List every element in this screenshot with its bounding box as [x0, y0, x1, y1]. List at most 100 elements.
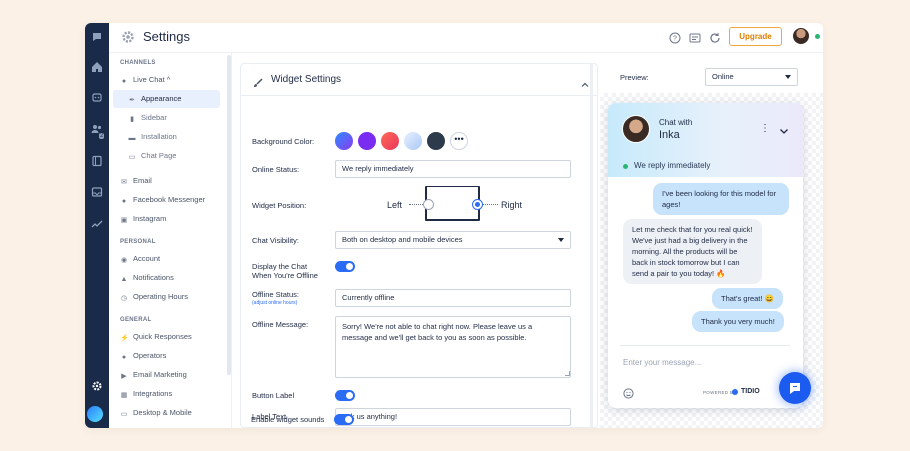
sidebar-item-operating-hours[interactable]: ◷ Operating Hours	[113, 288, 220, 306]
label-text-input[interactable]: Ask us anything!	[335, 408, 571, 426]
more-colors-button[interactable]: •••	[450, 132, 468, 150]
position-left-connector	[409, 204, 423, 205]
users-icon: ●	[121, 354, 127, 361]
sidebar-item-appearance[interactable]: ✒ Appearance	[113, 90, 220, 108]
code-icon: ▬	[128, 135, 136, 142]
mail-icon: ✉	[121, 179, 127, 186]
message-user: I've been looking for this model for age…	[653, 183, 789, 215]
button-label-label: Button Label	[252, 391, 295, 400]
sidebar-item-desktop-mobile[interactable]: ▭ Desktop & Mobile	[113, 404, 220, 422]
chevron-up-icon[interactable]	[581, 76, 589, 87]
online-status-label: Online Status:	[252, 165, 300, 174]
chat-visibility-select[interactable]: Both on desktop and mobile devices	[335, 231, 571, 249]
enable-sounds-label: Enable widget sounds	[251, 415, 325, 424]
upgrade-button[interactable]: Upgrade	[729, 27, 782, 46]
adjust-online-hours-link[interactable]: (adjust online hours)	[252, 299, 299, 308]
gear-icon	[121, 30, 135, 44]
messenger-icon: ●	[121, 198, 127, 205]
chat-launcher-button[interactable]	[779, 372, 811, 404]
position-left-label: Left	[387, 200, 403, 210]
color-swatch-blue[interactable]	[335, 132, 353, 150]
chat-header: Chat with Inka ⋮ We reply immediately	[608, 103, 803, 177]
sidebar-item-instagram[interactable]: ▣ Instagram	[113, 210, 220, 228]
chat-online-dot	[623, 164, 628, 169]
instagram-icon: ▣	[120, 217, 128, 224]
brush-icon: ✒	[129, 97, 135, 104]
help-icon[interactable]: ?	[669, 31, 681, 44]
offline-status-input[interactable]: Currently offline	[335, 289, 571, 307]
kebab-menu-icon[interactable]: ⋮	[760, 123, 770, 134]
sidebar-scrollbar[interactable]	[227, 55, 231, 375]
contacts-badge: 2	[99, 133, 105, 139]
color-swatch-purple[interactable]	[358, 132, 376, 150]
enable-sounds-toggle[interactable]	[334, 414, 354, 425]
bookmark-icon: ▮	[130, 116, 134, 123]
settings-gear-icon[interactable]	[90, 380, 104, 394]
online-status-input[interactable]: We reply immediately	[335, 160, 571, 178]
bolt-icon: ⚡	[120, 335, 129, 342]
section-channels: CHANNELS	[120, 60, 156, 66]
color-swatch-light[interactable]	[404, 132, 422, 150]
user-avatar[interactable]	[793, 28, 809, 44]
user-circle-icon: ◉	[120, 257, 128, 264]
bot-icon[interactable]	[90, 91, 104, 105]
chat-status-text: We reply immediately	[634, 161, 711, 170]
display-offline-label: Display the Chat When You're Offline	[252, 262, 318, 280]
sidebar-item-live-chat[interactable]: ● Live Chat ^	[113, 71, 220, 89]
color-swatch-red[interactable]	[381, 132, 399, 150]
home-icon[interactable]	[90, 61, 104, 75]
textarea-resize-handle[interactable]	[565, 371, 570, 376]
sidebar-item-integrations[interactable]: ▦ Integrations	[113, 385, 220, 403]
chat-message-input[interactable]: Enter your message...	[623, 358, 701, 367]
message-operator: Let me check that for you real quick! We…	[623, 219, 762, 284]
bell-icon: ▲	[120, 276, 128, 283]
news-icon[interactable]	[689, 31, 701, 43]
position-right-radio[interactable]	[472, 199, 483, 210]
preview-mode-select[interactable]: Online	[705, 68, 798, 86]
book-icon[interactable]	[90, 155, 104, 169]
chat-with-label: Chat with	[659, 118, 693, 127]
monitor-icon: ▭	[128, 154, 136, 161]
page-title: Settings	[143, 29, 190, 44]
section-general: GENERAL	[120, 317, 152, 323]
chevron-down-icon[interactable]	[779, 123, 789, 134]
color-swatch-dark[interactable]	[427, 132, 445, 150]
chat-divider	[620, 345, 790, 346]
refresh-icon[interactable]	[709, 31, 721, 43]
offline-status-label: Offline Status: (adjust online hours)	[252, 290, 299, 308]
sidebar-item-email-marketing[interactable]: ▶ Email Marketing	[113, 366, 220, 384]
inbox-icon[interactable]	[90, 186, 104, 200]
sidebar-item-operators[interactable]: ● Operators	[113, 347, 220, 365]
emoji-icon[interactable]	[623, 386, 634, 399]
widget-position-label: Widget Position:	[252, 201, 307, 210]
sidebar-item-facebook-messenger[interactable]: ● Facebook Messenger	[113, 191, 220, 209]
svg-text:?: ?	[673, 36, 677, 43]
button-label-toggle[interactable]	[335, 390, 355, 401]
app-window: 2 Settings ? Upgrade CHANNELS ● Live Cha…	[85, 23, 823, 428]
offline-message-textarea[interactable]: Sorry! We're not able to chat right now.…	[335, 316, 571, 378]
chat-visibility-label: Chat Visibility:	[252, 236, 299, 245]
devices-icon: ▭	[120, 411, 128, 418]
sidebar-item-email[interactable]: ✉ Email	[113, 172, 220, 190]
sidebar-item-notifications[interactable]: ▲ Notifications	[113, 269, 220, 287]
panel-scrollbar[interactable]	[590, 63, 593, 428]
background-color-label: Background Color:	[252, 137, 315, 146]
widget-settings-header[interactable]: Widget Settings	[241, 64, 597, 96]
brush-icon	[253, 75, 263, 87]
display-offline-toggle[interactable]	[335, 261, 355, 272]
chat-bubble-icon: ●	[121, 78, 127, 85]
sidebar-item-chat-page[interactable]: ▭ Chat Page	[113, 147, 220, 165]
sidebar-item-sidebar[interactable]: ▮ Sidebar	[113, 109, 220, 127]
position-right-label: Right	[501, 200, 523, 210]
sidebar-item-installation[interactable]: ▬ Installation	[113, 128, 220, 146]
sidebar-item-account[interactable]: ◉ Account	[113, 250, 220, 268]
icon-rail: 2	[85, 23, 109, 428]
sidebar-item-quick-responses[interactable]: ⚡ Quick Responses	[113, 328, 220, 346]
analytics-icon[interactable]	[90, 218, 104, 232]
position-right-connector	[482, 204, 498, 205]
tidio-brand: TIDIO	[741, 388, 760, 395]
preview-label: Preview:	[620, 73, 649, 82]
widget-settings-panel: Widget Settings Background Color: ••• On…	[240, 63, 598, 428]
chat-icon[interactable]	[90, 31, 104, 45]
position-left-radio[interactable]	[423, 199, 434, 210]
